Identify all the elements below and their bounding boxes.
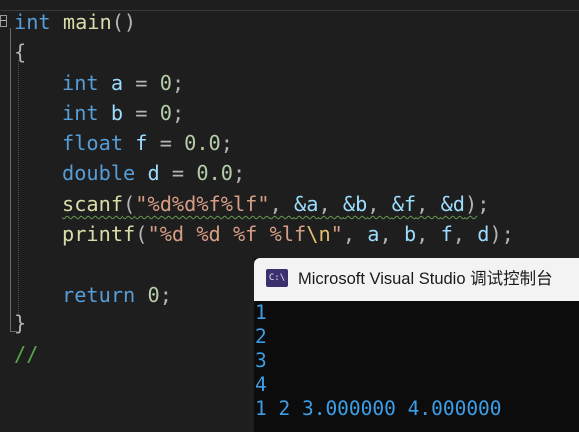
comma: , <box>342 222 368 246</box>
close-brace: } <box>14 311 27 335</box>
function-name: scanf <box>62 192 124 216</box>
comma: , <box>416 222 441 246</box>
collapse-toggle-icon[interactable] <box>0 15 7 27</box>
argument: a <box>367 222 380 246</box>
string-end: " <box>330 222 343 246</box>
assign: = <box>147 131 185 155</box>
close-paren: ) <box>489 222 502 246</box>
escape-sequence: \n <box>306 222 331 246</box>
console-output-line: 4 <box>255 373 267 396</box>
number: 0 <box>159 101 172 125</box>
argument: &b <box>342 192 368 216</box>
code-line-7[interactable]: scanf("%d%d%f%lf", &a, &b, &f, &d); <box>62 190 489 218</box>
argument: b <box>403 222 417 246</box>
variable: d <box>147 161 160 185</box>
format-string: "%d%d%f%lf" <box>135 192 270 216</box>
code-line-6[interactable]: double d = 0.0; <box>62 159 245 187</box>
number: 0.0 <box>184 131 221 155</box>
comma: , <box>452 222 478 246</box>
console-output-line: 3 <box>255 349 267 372</box>
console-output[interactable]: 1 2 3 4 1 2 3.000000 4.000000 <box>255 301 502 421</box>
semicolon: ; <box>171 71 185 95</box>
argument: &f <box>391 192 417 216</box>
function-name: main <box>62 10 112 34</box>
assign: = <box>123 101 160 125</box>
close-paren: ) <box>464 192 478 216</box>
open-paren: ( <box>123 192 136 216</box>
open-brace: { <box>14 40 27 64</box>
semicolon: ; <box>232 161 246 185</box>
keyword: int <box>62 71 99 95</box>
argument: &d <box>440 192 465 216</box>
argument: &a <box>294 192 319 216</box>
variable: b <box>110 101 124 125</box>
comma: , <box>318 192 343 216</box>
console-title-bar[interactable]: C:\ Microsoft Visual Studio 调试控制台 <box>254 258 579 301</box>
code-line-4[interactable]: int b = 0; <box>62 99 184 127</box>
code-line-8[interactable]: printf("%d %d %f %lf\n", a, b, f, d); <box>62 220 514 248</box>
warning-squiggle[interactable]: scanf("%d%d%f%lf", &a, &b, &f, &d) <box>62 192 477 216</box>
semicolon: ; <box>220 131 233 155</box>
keyword: int <box>62 101 99 125</box>
fold-guide-line <box>10 28 11 332</box>
semicolon: ; <box>159 283 172 307</box>
keyword: return <box>62 283 136 307</box>
console-output-line: 2 <box>255 325 267 348</box>
variable: a <box>110 71 124 95</box>
comment: // <box>14 342 39 366</box>
code-line-3[interactable]: int a = 0; <box>62 69 184 97</box>
punctuation: () <box>111 10 137 34</box>
console-app-icon: C:\ <box>266 269 288 287</box>
code-line-10[interactable]: return 0; <box>62 281 172 309</box>
comma: , <box>379 222 404 246</box>
format-string: "%d %d %f %lf <box>147 222 307 246</box>
keyword: double <box>62 161 136 185</box>
console-output-line: 1 <box>255 301 267 324</box>
assign: = <box>159 161 197 185</box>
number: 0 <box>147 283 160 307</box>
code-line-12[interactable]: // <box>14 340 38 368</box>
comma: , <box>416 192 441 216</box>
number: 0 <box>159 71 172 95</box>
assign: = <box>123 71 160 95</box>
code-line-5[interactable]: float f = 0.0; <box>62 129 233 157</box>
collapse-minus-icon <box>1 20 6 21</box>
code-line-2[interactable]: { <box>14 38 26 66</box>
variable: f <box>135 131 148 155</box>
number: 0.0 <box>196 161 233 185</box>
comma: , <box>367 192 392 216</box>
semicolon: ; <box>501 222 514 246</box>
function-name: printf <box>62 222 136 246</box>
keyword: int <box>14 10 51 34</box>
open-paren: ( <box>135 222 148 246</box>
code-line-11[interactable]: } <box>14 309 26 337</box>
semicolon: ; <box>477 192 490 216</box>
console-title: Microsoft Visual Studio 调试控制台 <box>298 270 553 288</box>
indent-guide <box>18 60 19 315</box>
code-line-1[interactable]: int main() <box>14 8 136 36</box>
console-output-line: 1 2 3.000000 4.000000 <box>255 397 502 420</box>
debug-console-window[interactable]: C:\ Microsoft Visual Studio 调试控制台 1 2 3 … <box>254 258 579 432</box>
comma: , <box>269 192 295 216</box>
keyword: float <box>62 131 124 155</box>
argument: d <box>477 222 490 246</box>
argument: f <box>440 222 453 246</box>
semicolon: ; <box>171 101 185 125</box>
